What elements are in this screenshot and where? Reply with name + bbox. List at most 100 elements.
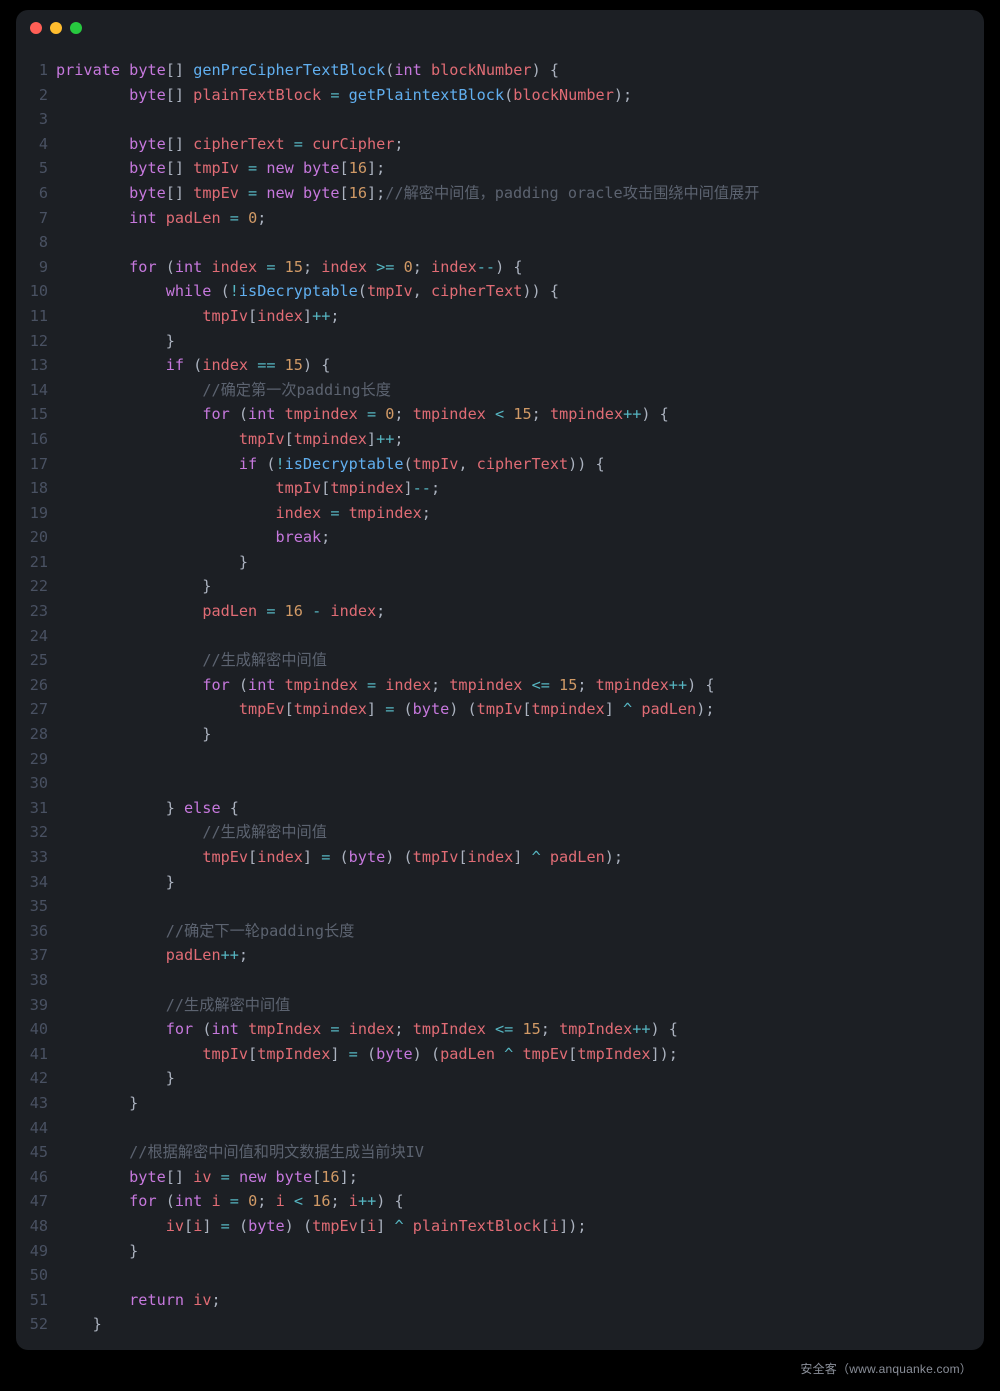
line-number: 29: [16, 747, 56, 772]
code-line: 40 for (int tmpIndex = index; tmpIndex <…: [16, 1017, 984, 1042]
code-line: 42 }: [16, 1066, 984, 1091]
line-content: byte[] tmpEv = new byte[16];//解密中间值，padd…: [56, 181, 984, 206]
line-content: for (int tmpIndex = index; tmpIndex <= 1…: [56, 1017, 984, 1042]
line-content: }: [56, 329, 984, 354]
line-content: [56, 894, 984, 919]
line-number: 49: [16, 1239, 56, 1264]
line-number: 52: [16, 1312, 56, 1337]
line-content: tmpIv[tmpIndex] = (byte) (padLen ^ tmpEv…: [56, 1042, 984, 1067]
code-line: 12 }: [16, 329, 984, 354]
line-content: //生成解密中间值: [56, 993, 984, 1018]
code-line: 7 int padLen = 0;: [16, 206, 984, 231]
line-content: }: [56, 870, 984, 895]
line-number: 39: [16, 993, 56, 1018]
line-number: 35: [16, 894, 56, 919]
code-line: 38: [16, 968, 984, 993]
code-line: 47 for (int i = 0; i < 16; i++) {: [16, 1189, 984, 1214]
code-line: 27 tmpEv[tmpindex] = (byte) (tmpIv[tmpin…: [16, 697, 984, 722]
line-content: }: [56, 574, 984, 599]
code-line: 25 //生成解密中间值: [16, 648, 984, 673]
line-content: tmpIv[tmpindex]++;: [56, 427, 984, 452]
code-line: 51 return iv;: [16, 1288, 984, 1313]
line-content: break;: [56, 525, 984, 550]
code-line: 32 //生成解密中间值: [16, 820, 984, 845]
line-number: 28: [16, 722, 56, 747]
line-content: tmpEv[tmpindex] = (byte) (tmpIv[tmpindex…: [56, 697, 984, 722]
line-content: [56, 107, 984, 132]
code-line: 33 tmpEv[index] = (byte) (tmpIv[index] ^…: [16, 845, 984, 870]
code-line: 22 }: [16, 574, 984, 599]
zoom-icon[interactable]: [70, 22, 82, 34]
line-content: }: [56, 722, 984, 747]
window-titlebar: [16, 10, 984, 46]
line-content: [56, 747, 984, 772]
code-line: 3: [16, 107, 984, 132]
line-content: //确定下一轮padding长度: [56, 919, 984, 944]
line-number: 26: [16, 673, 56, 698]
line-content: for (int tmpindex = index; tmpindex <= 1…: [56, 673, 984, 698]
line-number: 10: [16, 279, 56, 304]
line-number: 48: [16, 1214, 56, 1239]
line-content: }: [56, 1091, 984, 1116]
line-number: 21: [16, 550, 56, 575]
line-number: 2: [16, 83, 56, 108]
line-number: 13: [16, 353, 56, 378]
line-number: 41: [16, 1042, 56, 1067]
code-line: 45 //根据解密中间值和明文数据生成当前块IV: [16, 1140, 984, 1165]
code-line: 44: [16, 1116, 984, 1141]
line-content: for (int tmpindex = 0; tmpindex < 15; tm…: [56, 402, 984, 427]
line-content: //生成解密中间值: [56, 648, 984, 673]
line-number: 31: [16, 796, 56, 821]
line-content: //根据解密中间值和明文数据生成当前块IV: [56, 1140, 984, 1165]
line-content: [56, 1263, 984, 1288]
code-window: 1private byte[] genPreCipherTextBlock(in…: [16, 10, 984, 1350]
line-number: 22: [16, 574, 56, 599]
line-number: 50: [16, 1263, 56, 1288]
code-line: 18 tmpIv[tmpindex]--;: [16, 476, 984, 501]
code-line: 21 }: [16, 550, 984, 575]
line-number: 17: [16, 452, 56, 477]
line-content: [56, 1116, 984, 1141]
line-number: 11: [16, 304, 56, 329]
line-number: 5: [16, 156, 56, 181]
line-number: 34: [16, 870, 56, 895]
line-number: 44: [16, 1116, 56, 1141]
watermark-text: 安全客（www.anquanke.com）: [800, 1360, 972, 1377]
code-line: 46 byte[] iv = new byte[16];: [16, 1165, 984, 1190]
code-line: 31 } else {: [16, 796, 984, 821]
code-line: 39 //生成解密中间值: [16, 993, 984, 1018]
line-content: byte[] plainTextBlock = getPlaintextBloc…: [56, 83, 984, 108]
line-number: 3: [16, 107, 56, 132]
code-line: 14 //确定第一次padding长度: [16, 378, 984, 403]
code-line: 49 }: [16, 1239, 984, 1264]
line-number: 32: [16, 820, 56, 845]
code-line: 13 if (index == 15) {: [16, 353, 984, 378]
line-number: 25: [16, 648, 56, 673]
code-line: 24: [16, 624, 984, 649]
code-viewport[interactable]: 1private byte[] genPreCipherTextBlock(in…: [16, 58, 984, 1350]
line-content: if (index == 15) {: [56, 353, 984, 378]
line-number: 18: [16, 476, 56, 501]
code-line: 43 }: [16, 1091, 984, 1116]
minimize-icon[interactable]: [50, 22, 62, 34]
code-line: 48 iv[i] = (byte) (tmpEv[i] ^ plainTextB…: [16, 1214, 984, 1239]
line-number: 47: [16, 1189, 56, 1214]
line-content: }: [56, 1312, 984, 1337]
code-line: 5 byte[] tmpIv = new byte[16];: [16, 156, 984, 181]
code-line: 15 for (int tmpindex = 0; tmpindex < 15;…: [16, 402, 984, 427]
close-icon[interactable]: [30, 22, 42, 34]
line-content: [56, 624, 984, 649]
line-content: padLen = 16 - index;: [56, 599, 984, 624]
code-line: 26 for (int tmpindex = index; tmpindex <…: [16, 673, 984, 698]
line-content: int padLen = 0;: [56, 206, 984, 231]
line-content: //确定第一次padding长度: [56, 378, 984, 403]
code-line: 23 padLen = 16 - index;: [16, 599, 984, 624]
line-content: padLen++;: [56, 943, 984, 968]
code-line: 11 tmpIv[index]++;: [16, 304, 984, 329]
line-content: tmpIv[index]++;: [56, 304, 984, 329]
line-number: 23: [16, 599, 56, 624]
line-number: 19: [16, 501, 56, 526]
code-line: 52 }: [16, 1312, 984, 1337]
code-block: 1private byte[] genPreCipherTextBlock(in…: [16, 58, 984, 1337]
line-content: } else {: [56, 796, 984, 821]
